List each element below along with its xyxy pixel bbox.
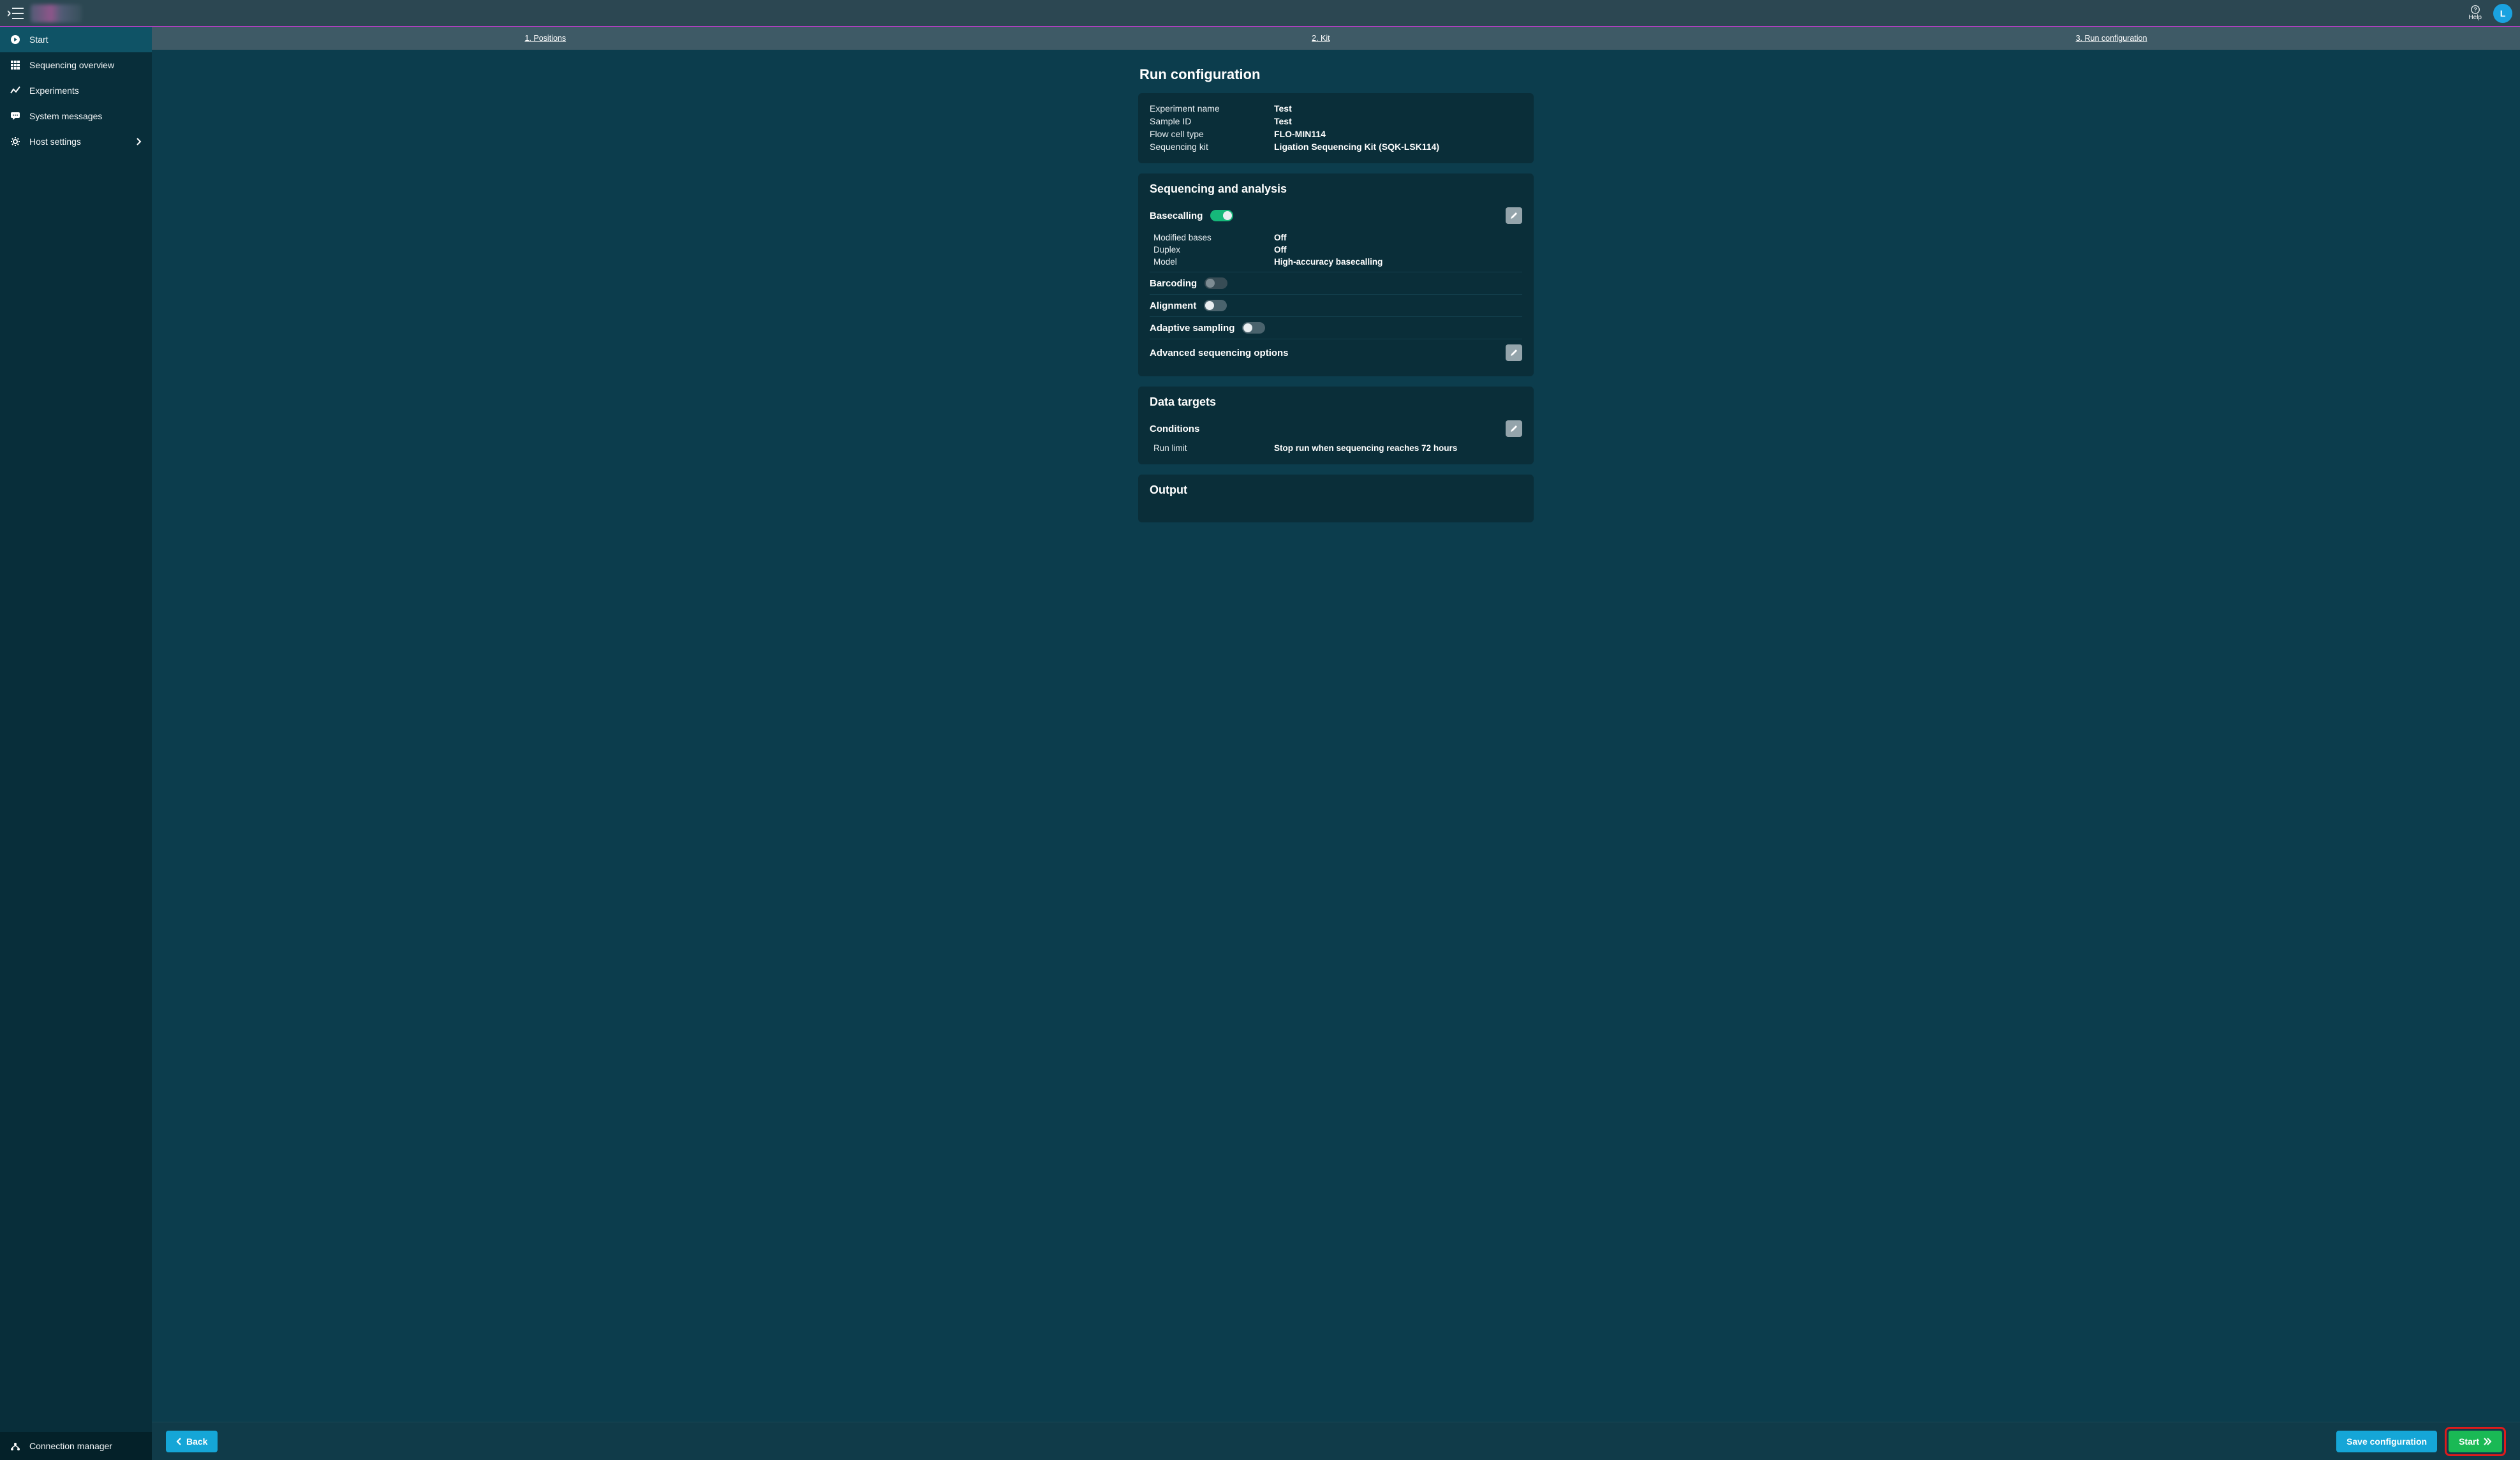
summary-row: Sequencing kitLigation Sequencing Kit (S… [1150, 140, 1522, 153]
chevron-right-icon [135, 137, 142, 146]
summary-key: Sample ID [1150, 116, 1274, 126]
advanced-options-row: Advanced sequencing options [1150, 339, 1522, 366]
summary-key: Sequencing kit [1150, 142, 1274, 152]
output-title: Output [1150, 483, 1522, 497]
output-card: Output [1138, 475, 1534, 522]
summary-row: Experiment nameTest [1150, 102, 1522, 115]
sidebar-item-start[interactable]: Start [0, 27, 152, 52]
back-button-label: Back [186, 1436, 207, 1447]
svg-text:?: ? [2473, 6, 2477, 13]
adaptive-sampling-toggle[interactable] [1242, 322, 1265, 334]
adaptive-sampling-label: Adaptive sampling [1150, 323, 1234, 334]
conditions-row: Conditions [1150, 415, 1522, 442]
advanced-options-label: Advanced sequencing options [1150, 348, 1289, 358]
app-logo [31, 4, 82, 22]
basecalling-label: Basecalling [1150, 210, 1203, 221]
summary-key: Flow cell type [1150, 129, 1274, 139]
basecalling-toggle[interactable] [1210, 210, 1233, 221]
step-kit[interactable]: 2. Kit [1312, 34, 1330, 43]
topbar: ? Help L [0, 0, 2520, 27]
barcoding-label: Barcoding [1150, 278, 1197, 289]
basecalling-detail-row: Modified basesOff [1150, 232, 1522, 244]
sequencing-analysis-title: Sequencing and analysis [1150, 182, 1522, 196]
sequencing-analysis-card: Sequencing and analysis Basecalling Modi… [1138, 173, 1534, 376]
summary-row: Flow cell typeFLO-MIN114 [1150, 128, 1522, 140]
basecalling-detail-value: Off [1274, 245, 1522, 254]
help-button[interactable]: ? Help [2468, 5, 2482, 21]
user-avatar[interactable]: L [2493, 4, 2512, 23]
message-icon [10, 111, 20, 121]
basecalling-detail-row: ModelHigh-accuracy basecalling [1150, 256, 1522, 268]
basecalling-detail-row: DuplexOff [1150, 244, 1522, 256]
conditions-label: Conditions [1150, 424, 1199, 434]
basecalling-detail-key: Model [1150, 257, 1274, 267]
summary-value: Test [1274, 116, 1522, 126]
summary-key: Experiment name [1150, 103, 1274, 114]
avatar-initial: L [2500, 8, 2506, 18]
alignment-row: Alignment [1150, 294, 1522, 316]
summary-value: FLO-MIN114 [1274, 129, 1522, 139]
start-button-label: Start [2459, 1436, 2479, 1447]
run-limit-value: Stop run when sequencing reaches 72 hour… [1274, 443, 1522, 453]
sidebar-item-label: Sequencing overview [29, 60, 114, 70]
basecalling-detail-key: Modified bases [1150, 233, 1274, 242]
wizard-steps: 1. Positions 2. Kit 3. Run configuration [152, 27, 2520, 50]
basecalling-detail-value: Off [1274, 233, 1522, 242]
save-configuration-label: Save configuration [2346, 1436, 2427, 1447]
back-button[interactable]: Back [166, 1431, 218, 1452]
basecalling-detail-value: High-accuracy basecalling [1274, 257, 1522, 267]
barcoding-toggle[interactable] [1204, 277, 1227, 289]
sidebar-item-sequencing-overview[interactable]: Sequencing overview [0, 52, 152, 78]
sidebar-item-label: System messages [29, 111, 102, 121]
sidebar-item-system-messages[interactable]: System messages [0, 103, 152, 129]
sidebar-item-connection-manager[interactable]: Connection manager [0, 1432, 152, 1460]
advanced-options-edit-button[interactable] [1506, 344, 1522, 361]
menu-toggle-icon[interactable] [8, 8, 24, 19]
sidebar-item-label: Host settings [29, 136, 81, 147]
sidebar-item-label: Start [29, 34, 48, 45]
sidebar-item-experiments[interactable]: Experiments [0, 78, 152, 103]
sidebar: Start Sequencing overview Experiments Sy… [0, 27, 152, 1460]
basecalling-edit-button[interactable] [1506, 207, 1522, 224]
sidebar-item-label: Experiments [29, 85, 79, 96]
conditions-edit-button[interactable] [1506, 420, 1522, 437]
sidebar-item-label: Connection manager [29, 1441, 112, 1451]
hub-icon [10, 1441, 20, 1451]
summary-card: Experiment nameTestSample IDTestFlow cel… [1138, 93, 1534, 163]
barcoding-row: Barcoding [1150, 272, 1522, 294]
start-button-highlight: Start [2445, 1427, 2506, 1456]
alignment-label: Alignment [1150, 300, 1196, 311]
summary-value: Ligation Sequencing Kit (SQK-LSK114) [1274, 142, 1522, 152]
summary-row: Sample IDTest [1150, 115, 1522, 128]
step-run-configuration[interactable]: 3. Run configuration [2076, 34, 2147, 43]
sidebar-item-host-settings[interactable]: Host settings [0, 129, 152, 154]
run-limit-row: Run limit Stop run when sequencing reach… [1150, 442, 1522, 454]
play-icon [10, 34, 20, 45]
start-button[interactable]: Start [2449, 1431, 2502, 1452]
chart-icon [10, 85, 20, 96]
help-label: Help [2468, 14, 2482, 21]
adaptive-sampling-row: Adaptive sampling [1150, 316, 1522, 339]
summary-value: Test [1274, 103, 1522, 114]
page-title: Run configuration [1139, 66, 1534, 83]
basecalling-row: Basecalling [1150, 202, 1522, 229]
grid-icon [10, 60, 20, 70]
gear-icon [10, 136, 20, 147]
step-positions[interactable]: 1. Positions [524, 34, 566, 43]
data-targets-title: Data targets [1150, 395, 1522, 409]
alignment-toggle[interactable] [1204, 300, 1227, 311]
basecalling-detail-key: Duplex [1150, 245, 1274, 254]
run-limit-key: Run limit [1150, 443, 1274, 453]
save-configuration-button[interactable]: Save configuration [2336, 1431, 2437, 1452]
data-targets-card: Data targets Conditions Run limit Stop r… [1138, 387, 1534, 464]
footer-bar: Back Save configuration Start [152, 1422, 2520, 1460]
